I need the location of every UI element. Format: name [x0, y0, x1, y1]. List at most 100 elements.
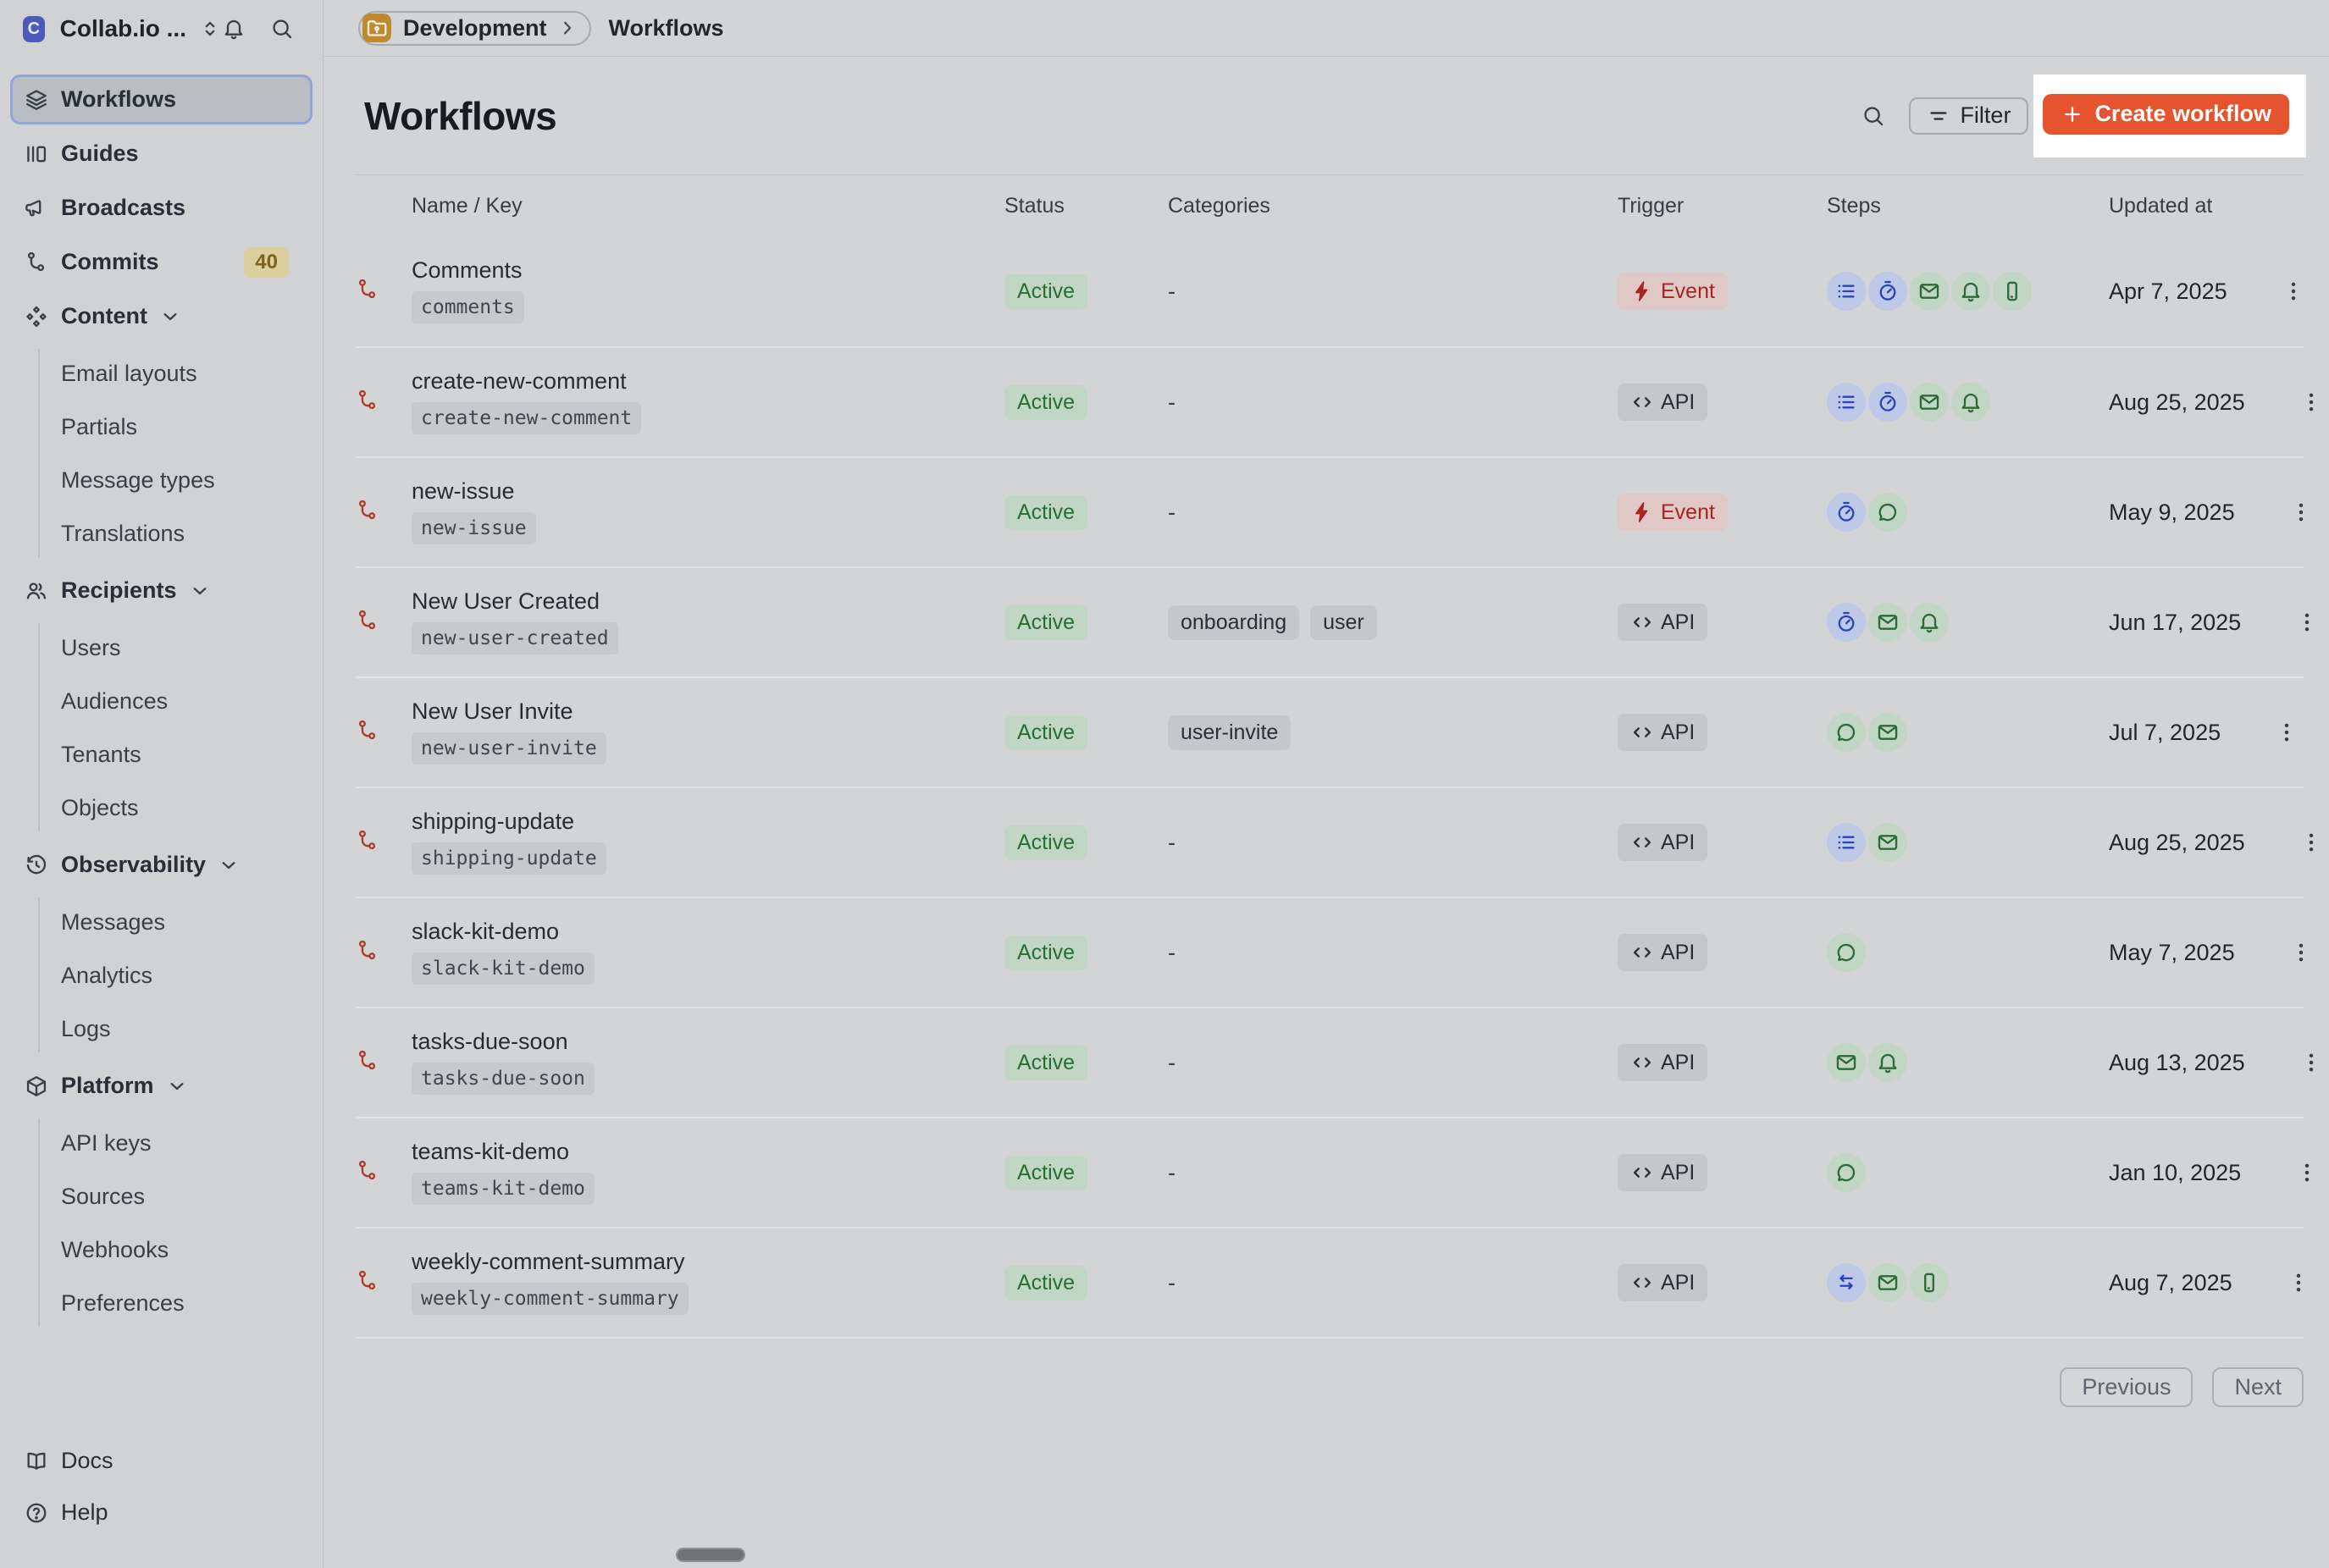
sidebar-item-broadcasts[interactable]: Broadcasts [10, 183, 313, 233]
plus-icon [2061, 102, 2084, 126]
sidebar-subitem-messages[interactable]: Messages [10, 896, 313, 949]
sidebar-subitem-translations[interactable]: Translations [10, 507, 313, 560]
chevron-right-icon [556, 16, 579, 40]
sidebar-subitem-message-types[interactable]: Message types [10, 454, 313, 507]
row-menu-button[interactable] [2282, 1161, 2329, 1184]
workflow-name: slack-kit-demo [412, 920, 1004, 943]
status-badge: Active [1004, 1156, 1087, 1190]
table-row[interactable]: weekly-comment-summary weekly-comment-su… [356, 1227, 2304, 1337]
sidebar-item-content[interactable]: Content [10, 291, 313, 341]
workflow-name: Comments [412, 259, 1004, 282]
step-chip [1868, 493, 1907, 532]
next-button[interactable]: Next [2212, 1367, 2304, 1407]
sidebar-item-label: Workflows [61, 86, 176, 113]
sidebar-subitem-preferences[interactable]: Preferences [10, 1277, 313, 1330]
sidebar-item-help[interactable]: Help [10, 1488, 313, 1538]
sidebar-item-observability[interactable]: Observability [10, 840, 313, 890]
table-row[interactable]: New User Created new-user-created Active… [356, 566, 2304, 676]
timer-icon [1876, 390, 1900, 414]
table-body: Comments comments Active - Event Apr 7, … [356, 236, 2304, 1337]
code-icon [1630, 390, 1654, 414]
table-search-icon[interactable] [1862, 104, 1885, 128]
trigger-label: API [1661, 612, 1695, 633]
sidebar-item-recipients[interactable]: Recipients [10, 566, 313, 616]
sidebar-subitem-analytics[interactable]: Analytics [10, 949, 313, 1002]
table-row[interactable]: create-new-comment create-new-comment Ac… [356, 346, 2304, 456]
phone-icon [1917, 1271, 1941, 1295]
sidebar-item-workflows[interactable]: Workflows [10, 75, 313, 124]
workspace-header: C Collab.io ... [0, 0, 323, 58]
sidebar-subitem-email-layouts[interactable]: Email layouts [10, 347, 313, 400]
sidebar-subitem-api-keys[interactable]: API keys [10, 1117, 313, 1170]
step-chip [1827, 713, 1866, 752]
trigger-badge: API [1618, 1154, 1707, 1191]
workflow-name: new-issue [412, 480, 1004, 503]
row-menu-button[interactable] [2268, 279, 2319, 303]
trigger-label: API [1661, 722, 1695, 743]
column-header-steps: Steps [1827, 194, 2109, 218]
table-row[interactable]: slack-kit-demo slack-kit-demo Active - A… [356, 897, 2304, 1007]
row-menu-button[interactable] [2261, 721, 2312, 744]
table-row[interactable]: Comments comments Active - Event Apr 7, … [356, 236, 2304, 346]
table-row[interactable]: New User Invite new-user-invite Active u… [356, 676, 2304, 787]
sidebar-item-docs[interactable]: Docs [10, 1436, 313, 1486]
bell-icon [1917, 610, 1941, 634]
subsection-rail [38, 623, 40, 831]
workflow-name: tasks-due-soon [412, 1030, 1004, 1053]
row-menu-button[interactable] [2286, 831, 2329, 854]
sidebar-item-commits[interactable]: Commits40 [10, 237, 313, 287]
row-menu-button[interactable] [2273, 1271, 2324, 1295]
workspace-switcher-icon[interactable] [198, 17, 222, 41]
sidebar-subsection-platform: API keysSourcesWebhooksPreferences [10, 1115, 313, 1335]
table-row[interactable]: tasks-due-soon tasks-due-soon Active - A… [356, 1007, 2304, 1117]
previous-button[interactable]: Previous [2060, 1367, 2193, 1407]
row-menu-button[interactable] [2286, 1051, 2329, 1074]
sidebar-subitem-partials[interactable]: Partials [10, 400, 313, 454]
email-icon [1917, 390, 1941, 414]
updated-at: Aug 7, 2025 [2109, 1270, 2273, 1296]
table-row[interactable]: teams-kit-demo teams-kit-demo Active - A… [356, 1117, 2304, 1227]
column-header-trigger: Trigger [1618, 194, 1827, 218]
sidebar-subitem-users[interactable]: Users [10, 621, 313, 675]
step-chip [1910, 603, 1949, 642]
trigger-label: API [1661, 1052, 1695, 1074]
workflow-key: new-user-created [412, 622, 618, 654]
sidebar-item-label: Docs [61, 1448, 113, 1474]
row-menu-button[interactable] [2276, 500, 2326, 524]
sidebar-subitem-sources[interactable]: Sources [10, 1170, 313, 1223]
code-icon [1630, 831, 1654, 854]
sidebar-subitem-logs[interactable]: Logs [10, 1002, 313, 1056]
empty-categories: - [1168, 830, 1176, 855]
branch-icon [356, 499, 379, 522]
empty-categories: - [1168, 279, 1176, 304]
status-badge: Active [1004, 274, 1087, 309]
workflow-key: create-new-comment [412, 402, 641, 434]
notifications-bell-icon[interactable] [222, 17, 246, 41]
workspace-logo[interactable]: C [23, 16, 45, 42]
row-menu-button[interactable] [2276, 941, 2326, 964]
sidebar-item-platform[interactable]: Platform [10, 1061, 313, 1111]
row-menu-button[interactable] [2286, 390, 2329, 414]
phone-icon [2000, 279, 2024, 303]
environment-switcher[interactable]: Development [358, 11, 591, 46]
sidebar-subitem-objects[interactable]: Objects [10, 781, 313, 835]
sidebar-item-label: Help [61, 1499, 108, 1526]
email-icon [1876, 831, 1900, 854]
email-icon [1834, 1051, 1858, 1074]
sidebar-subsection-content: Email layoutsPartialsMessage typesTransl… [10, 345, 313, 566]
sidebar-subitem-webhooks[interactable]: Webhooks [10, 1223, 313, 1277]
step-chip [1910, 1263, 1949, 1302]
row-menu-button[interactable] [2282, 610, 2329, 634]
step-chip [1868, 1043, 1907, 1082]
create-workflow-button[interactable]: Create workflow [2043, 94, 2289, 135]
sidebar-subitem-audiences[interactable]: Audiences [10, 675, 313, 728]
filter-button[interactable]: Filter [1909, 97, 2028, 135]
sidebar-item-guides[interactable]: Guides [10, 129, 313, 179]
sidebar-search-icon[interactable] [270, 17, 294, 41]
category-pill: user-invite [1168, 715, 1291, 750]
table-row[interactable]: new-issue new-issue Active - Event May 9… [356, 456, 2304, 566]
sidebar-subitem-tenants[interactable]: Tenants [10, 728, 313, 781]
horizontal-scrollbar-thumb[interactable] [676, 1548, 745, 1562]
table-row[interactable]: shipping-update shipping-update Active -… [356, 787, 2304, 897]
table-header-row: Name / KeyStatusCategoriesTriggerStepsUp… [356, 175, 2304, 236]
